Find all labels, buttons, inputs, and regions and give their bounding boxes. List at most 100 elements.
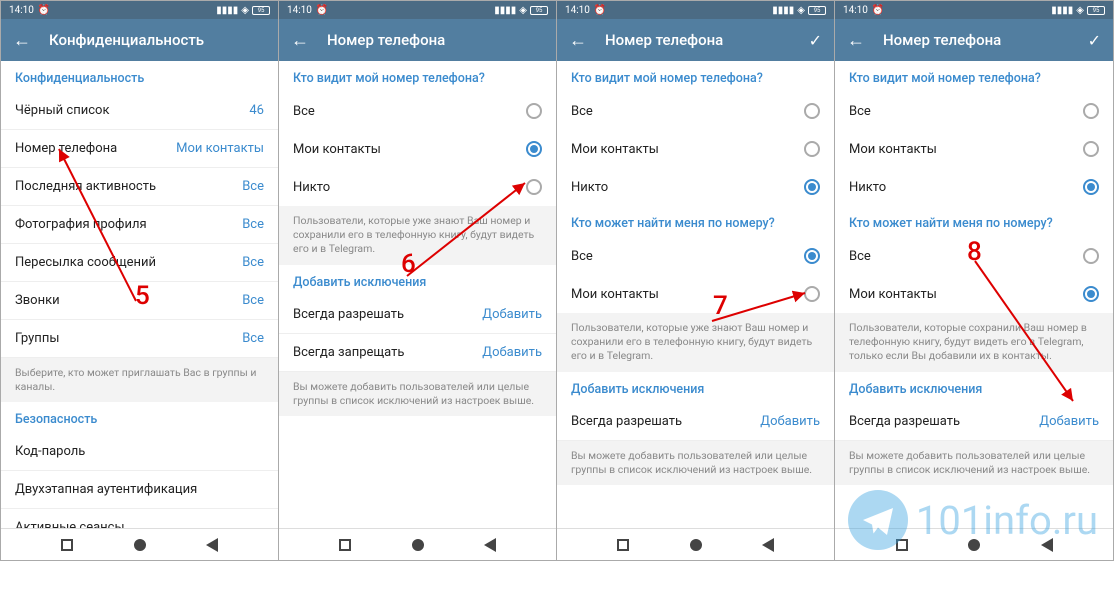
radio-icon	[804, 286, 820, 302]
wifi-icon: ◈	[797, 5, 805, 16]
content: Конфиденциальность Чёрный список 46 Номе…	[1, 61, 278, 528]
check-icon[interactable]: ✓	[1088, 31, 1101, 50]
nav-back-icon[interactable]	[484, 538, 496, 552]
nav-home-icon[interactable]	[412, 539, 424, 551]
alarm-icon: ⏰	[38, 5, 50, 16]
back-icon[interactable]: ←	[847, 30, 865, 51]
label: Активные сеансы	[15, 520, 125, 528]
alarm-icon: ⏰	[872, 5, 884, 16]
radio-contacts[interactable]: Мои контакты	[279, 130, 556, 168]
label: Всегда запрещать	[293, 345, 404, 360]
value: Добавить	[760, 414, 820, 429]
label: Всегда разрешать	[293, 307, 404, 322]
back-icon[interactable]: ←	[569, 30, 587, 51]
label: Последняя активность	[15, 179, 156, 194]
radio-nobody[interactable]: Никто	[557, 168, 834, 206]
row-forward[interactable]: Пересылка сообщений Все	[1, 244, 278, 282]
signal-icon: ▮▮▮▮	[772, 5, 794, 16]
info-find: Пользователи, которые сохранили Ваш номе…	[835, 313, 1113, 372]
row-allow[interactable]: Всегда разрешать Добавить	[279, 296, 556, 334]
back-icon[interactable]: ←	[13, 30, 31, 51]
info-see: Пользователи, которые уже знают Ваш номе…	[279, 206, 556, 265]
nav-bar	[279, 528, 556, 560]
watermark-text: 101info.ru	[916, 497, 1098, 544]
status-bar: 14:10 ⏰ ▮▮▮▮ ◈ 95	[835, 1, 1113, 19]
value: Добавить	[482, 307, 542, 322]
value: Все	[242, 217, 264, 232]
row-passcode[interactable]: Код-пароль	[1, 433, 278, 471]
alarm-icon: ⏰	[316, 5, 328, 16]
radio-all[interactable]: Все	[835, 92, 1113, 130]
content: Кто видит мой номер телефона? Все Мои ко…	[557, 61, 834, 528]
check-icon[interactable]: ✓	[809, 31, 822, 50]
phone-4: 14:10 ⏰ ▮▮▮▮ ◈ 95 ← Номер телефона ✓ Кто…	[835, 1, 1113, 560]
wifi-icon: ◈	[241, 5, 249, 16]
radio-icon	[526, 103, 542, 119]
radio-find-all[interactable]: Все	[835, 237, 1113, 275]
radio-icon	[1083, 248, 1099, 264]
label: Все	[571, 249, 593, 264]
row-deny[interactable]: Всегда запрещать Добавить	[279, 334, 556, 372]
label: Номер телефона	[15, 141, 117, 156]
radio-contacts[interactable]: Мои контакты	[835, 130, 1113, 168]
signal-icon: ▮▮▮▮	[494, 5, 516, 16]
radio-icon	[1083, 103, 1099, 119]
row-phone[interactable]: Номер телефона Мои контакты	[1, 130, 278, 168]
back-icon[interactable]: ←	[291, 30, 309, 51]
radio-find-all[interactable]: Все	[557, 237, 834, 275]
page-title: Номер телефона	[327, 31, 544, 49]
header: ← Номер телефона ✓	[557, 19, 834, 61]
section-exceptions: Добавить исключения	[279, 265, 556, 296]
nav-recent-icon[interactable]	[61, 539, 73, 551]
section-security: Безопасность	[1, 402, 278, 433]
label: Группы	[15, 331, 59, 346]
label: Все	[571, 104, 593, 119]
nav-back-icon[interactable]	[206, 538, 218, 552]
radio-contacts[interactable]: Мои контакты	[557, 130, 834, 168]
label: Мои контакты	[849, 287, 937, 302]
nav-recent-icon[interactable]	[617, 539, 629, 551]
value: Добавить	[1039, 414, 1099, 429]
section-privacy: Конфиденциальность	[1, 61, 278, 92]
row-allow[interactable]: Всегда разрешать Добавить	[557, 403, 834, 441]
nav-back-icon[interactable]	[762, 538, 774, 552]
radio-all[interactable]: Все	[279, 92, 556, 130]
info-exc: Вы можете добавить пользователей или цел…	[835, 441, 1113, 485]
phone-2: 14:10 ⏰ ▮▮▮▮ ◈ 95 ← Номер телефона Кто в…	[279, 1, 557, 560]
status-bar: 14:10 ⏰ ▮▮▮▮ ◈ 95	[279, 1, 556, 19]
label: Код-пароль	[15, 444, 85, 459]
label: Мои контакты	[849, 142, 937, 157]
radio-nobody[interactable]: Никто	[279, 168, 556, 206]
radio-find-contacts[interactable]: Мои контакты	[835, 275, 1113, 313]
label: Чёрный список	[15, 103, 109, 118]
header: ← Номер телефона ✓	[835, 19, 1113, 61]
row-calls[interactable]: Звонки Все	[1, 282, 278, 320]
nav-home-icon[interactable]	[690, 539, 702, 551]
label: Мои контакты	[293, 142, 381, 157]
section-exceptions: Добавить исключения	[557, 372, 834, 403]
radio-find-contacts[interactable]: Мои контакты	[557, 275, 834, 313]
telegram-logo-icon	[848, 490, 908, 550]
section-who-finds: Кто может найти меня по номеру?	[557, 206, 834, 237]
nav-home-icon[interactable]	[134, 539, 146, 551]
nav-recent-icon[interactable]	[339, 539, 351, 551]
row-groups[interactable]: Группы Все	[1, 320, 278, 358]
row-photo[interactable]: Фотография профиля Все	[1, 206, 278, 244]
row-last-seen[interactable]: Последняя активность Все	[1, 168, 278, 206]
wifi-icon: ◈	[519, 5, 527, 16]
value: Добавить	[482, 345, 542, 360]
radio-nobody[interactable]: Никто	[835, 168, 1113, 206]
row-twofa[interactable]: Двухэтапная аутентификация	[1, 471, 278, 509]
alarm-icon: ⏰	[594, 5, 606, 16]
value: Все	[242, 179, 264, 194]
value: Мои контакты	[176, 141, 264, 156]
row-sessions[interactable]: Активные сеансы	[1, 509, 278, 528]
radio-all[interactable]: Все	[557, 92, 834, 130]
value: Все	[242, 293, 264, 308]
radio-icon	[1083, 286, 1099, 302]
phone-3: 14:10 ⏰ ▮▮▮▮ ◈ 95 ← Номер телефона ✓ Кто…	[557, 1, 835, 560]
label: Никто	[293, 180, 330, 195]
battery-icon: 95	[808, 6, 826, 15]
row-allow[interactable]: Всегда разрешать Добавить	[835, 403, 1113, 441]
row-blacklist[interactable]: Чёрный список 46	[1, 92, 278, 130]
